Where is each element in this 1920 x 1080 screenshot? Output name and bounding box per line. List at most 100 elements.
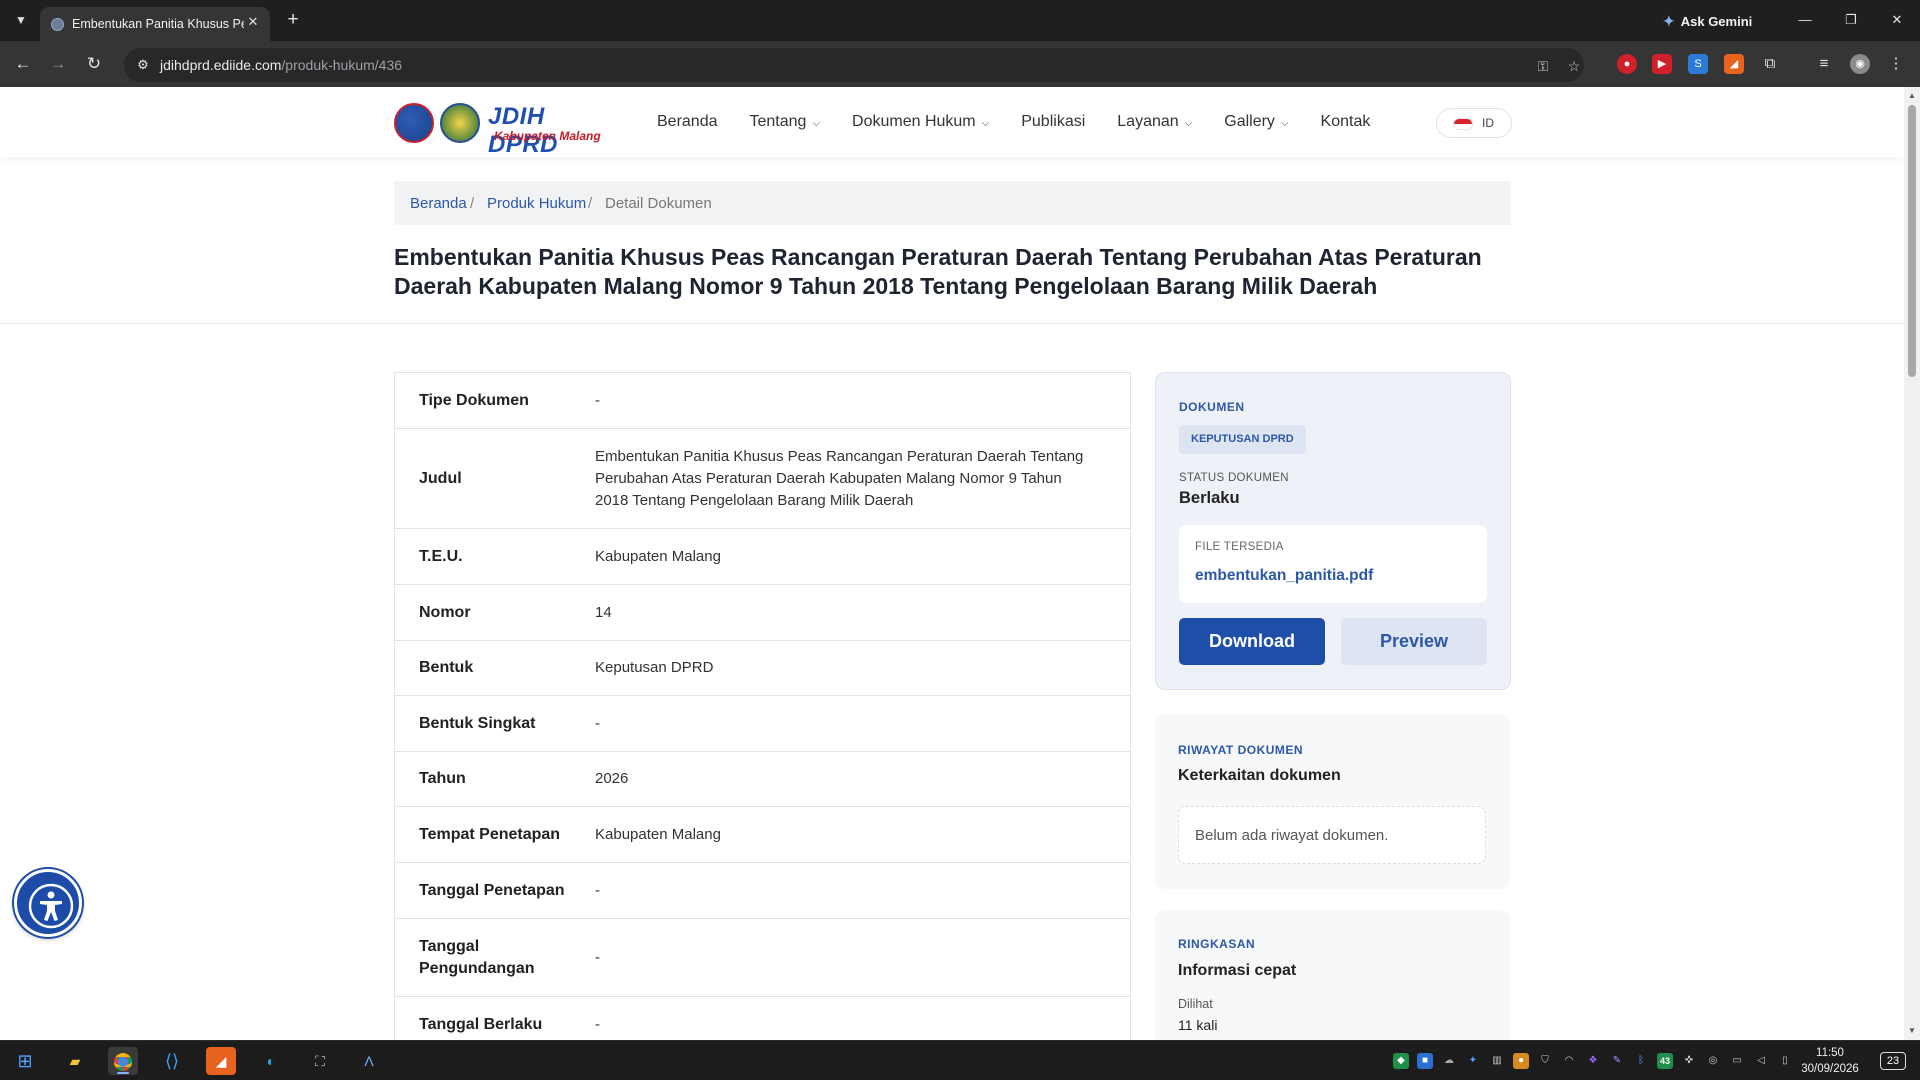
detail-row-bentuk-singkat: Bentuk Singkat - bbox=[395, 696, 1130, 752]
ask-gemini-button[interactable]: ✦ Ask Gemini bbox=[1663, 11, 1752, 31]
indonesia-flag-icon bbox=[1453, 118, 1473, 130]
network-icon[interactable]: ▭ bbox=[1729, 1053, 1745, 1069]
detail-value: - bbox=[595, 391, 600, 409]
tray-pen-icon[interactable]: ✎ bbox=[1609, 1053, 1625, 1069]
password-key-icon[interactable]: ⚿ bbox=[1534, 57, 1552, 75]
document-card-kicker: DOKUMEN bbox=[1179, 400, 1245, 414]
vscode-icon[interactable]: ⟨⟩ bbox=[157, 1047, 187, 1075]
close-window-icon[interactable]: ✕ bbox=[1874, 8, 1920, 32]
nav-kontak[interactable]: Kontak bbox=[1321, 113, 1371, 131]
breadcrumb-separator: / bbox=[470, 195, 475, 212]
clock-date: 30/09/2026 bbox=[1801, 1063, 1859, 1075]
tray-chart-icon[interactable]: ▥ bbox=[1489, 1053, 1505, 1069]
nav-publikasi[interactable]: Publikasi bbox=[1021, 113, 1085, 131]
nav-tentang-label: Tentang bbox=[749, 113, 807, 130]
detail-row-nomor: Nomor 14 bbox=[395, 585, 1130, 641]
chrome-taskbar-icon[interactable] bbox=[108, 1047, 138, 1075]
restore-window-icon[interactable]: ❐ bbox=[1828, 8, 1874, 32]
language-switcher[interactable]: ID bbox=[1436, 108, 1512, 138]
nav-dokumen-hukum[interactable]: Dokumen Hukum ⌵ bbox=[852, 113, 989, 131]
site-info-icon[interactable]: ⚙ bbox=[134, 56, 152, 74]
summary-card: RINGKASAN Informasi cepat Dilihat 11 kal… bbox=[1155, 910, 1511, 1040]
new-tab-button[interactable]: + bbox=[282, 9, 304, 31]
arch-app-icon[interactable]: Λ bbox=[354, 1047, 384, 1075]
file-explorer-icon[interactable]: ▰ bbox=[60, 1047, 90, 1075]
nav-beranda[interactable]: Beranda bbox=[657, 113, 718, 131]
history-card-kicker: RIWAYAT DOKUMEN bbox=[1178, 743, 1304, 757]
site-logo[interactable]: JDIH DPRD Kabupaten Malang bbox=[394, 101, 606, 158]
dprd-emblem-icon bbox=[394, 103, 434, 143]
extension-red-icon[interactable]: ● bbox=[1617, 54, 1637, 74]
tray-app-icon[interactable]: ❖ bbox=[1585, 1053, 1601, 1069]
bluetooth-icon[interactable]: ᛒ bbox=[1633, 1053, 1649, 1069]
detail-value: Keputusan DPRD bbox=[595, 659, 714, 676]
active-indicator bbox=[117, 1072, 129, 1074]
main-navigation: Beranda Tentang ⌵ Dokumen Hukum ⌵ Publikas… bbox=[657, 113, 1402, 131]
tray-headset-icon[interactable]: ◠ bbox=[1561, 1053, 1577, 1069]
scroll-down-icon[interactable]: ▼ bbox=[1904, 1024, 1920, 1038]
detail-row-judul: Judul Embentukan Panitia Khusus Peas Ran… bbox=[395, 429, 1130, 529]
notification-count[interactable]: 23 bbox=[1880, 1052, 1906, 1070]
status-value: Berlaku bbox=[1179, 489, 1240, 507]
tray-app-icon[interactable]: ● bbox=[1513, 1053, 1529, 1069]
back-arrow-icon[interactable]: ← bbox=[11, 52, 35, 76]
file-box: FILE TERSEDIA embentukan_panitia.pdf bbox=[1179, 525, 1487, 603]
tab-search-chevron-icon[interactable]: ▼ bbox=[10, 9, 32, 31]
windows-start-icon[interactable]: ⊞ bbox=[10, 1047, 40, 1075]
nav-tentang[interactable]: Tentang ⌵ bbox=[750, 113, 821, 131]
windows-taskbar: ⊞ ▰ ⟨⟩ ◢ ◐ ⛶ Λ ◆ ■ ☁ ✦ ▥ ● ⛉ ◠ ❖ ✎ ᛒ 43 … bbox=[0, 1040, 1920, 1080]
extension-s-icon[interactable]: S bbox=[1688, 54, 1708, 74]
volume-icon[interactable]: ◁ bbox=[1753, 1053, 1769, 1069]
gemini-sparkle-icon: ✦ bbox=[1663, 12, 1675, 29]
edge-icon[interactable]: ◐ bbox=[256, 1047, 286, 1075]
nav-layanan-label: Layanan bbox=[1117, 113, 1179, 130]
chevron-down-icon: ⌵ bbox=[1184, 118, 1193, 129]
sublime-icon[interactable]: ◢ bbox=[206, 1047, 236, 1075]
tray-app-icon[interactable]: ✦ bbox=[1465, 1053, 1481, 1069]
forward-arrow-icon[interactable]: → bbox=[46, 52, 70, 76]
breadcrumb-home[interactable]: Beranda bbox=[410, 195, 467, 212]
extension-youtube-icon[interactable]: ▶ bbox=[1652, 54, 1672, 74]
page-scrollbar[interactable]: ▲ ▼ bbox=[1904, 87, 1920, 1040]
chevron-down-icon: ⌵ bbox=[981, 118, 990, 129]
detail-row-tipe-dokumen: Tipe Dokumen - bbox=[395, 373, 1130, 429]
breadcrumb-produk-hukum[interactable]: Produk Hukum bbox=[487, 195, 586, 212]
browser-tab-bar: ▼ Embentukan Panitia Khusus Peas ✕ + ✦ A… bbox=[0, 0, 1920, 41]
views-label: Dilihat bbox=[1178, 997, 1213, 1011]
tray-app-icon[interactable]: ◎ bbox=[1705, 1053, 1721, 1069]
minimize-window-icon[interactable]: — bbox=[1782, 8, 1828, 32]
views-value: 11 kali bbox=[1178, 1017, 1218, 1033]
browser-tab-active[interactable]: Embentukan Panitia Khusus Peas ✕ bbox=[40, 7, 270, 41]
reading-list-icon[interactable]: ≡ bbox=[1814, 54, 1834, 74]
file-name-link[interactable]: embentukan_panitia.pdf bbox=[1195, 567, 1373, 585]
tray-app-icon[interactable]: ◆ bbox=[1393, 1053, 1409, 1069]
bookmark-star-icon[interactable]: ☆ bbox=[1565, 57, 1583, 75]
tray-app-icon[interactable]: ☁ bbox=[1441, 1053, 1457, 1069]
address-bar[interactable]: ⚙ jdihdprd.ediide.com/produk-hukum/436 ⚿… bbox=[124, 48, 1584, 82]
tray-shield-icon[interactable]: ⛉ bbox=[1537, 1053, 1553, 1069]
tab-close-icon[interactable]: ✕ bbox=[245, 14, 261, 30]
nav-gallery[interactable]: Gallery ⌵ bbox=[1224, 113, 1288, 131]
tab-title: Embentukan Panitia Khusus Peas bbox=[72, 17, 244, 31]
scrollbar-thumb[interactable] bbox=[1908, 105, 1916, 377]
download-button[interactable]: Download bbox=[1179, 618, 1325, 665]
accessibility-button[interactable] bbox=[14, 869, 82, 937]
tray-app-icon[interactable]: ✜ bbox=[1681, 1053, 1697, 1069]
extensions-puzzle-icon[interactable]: ⧉ bbox=[1760, 54, 1780, 74]
store-app-icon[interactable]: ⛶ bbox=[305, 1047, 335, 1075]
detail-label: Bentuk Singkat bbox=[419, 714, 536, 732]
browser-menu-icon[interactable]: ⋮ bbox=[1886, 54, 1906, 74]
detail-row-tanggal-berlaku: Tanggal Berlaku - bbox=[395, 997, 1130, 1040]
tray-app-icon[interactable]: ■ bbox=[1417, 1053, 1433, 1069]
scroll-up-icon[interactable]: ▲ bbox=[1904, 89, 1920, 103]
profile-avatar-icon[interactable]: ◉ bbox=[1850, 54, 1870, 74]
clock-time: 11:50 bbox=[1816, 1047, 1844, 1059]
tray-badge-icon[interactable]: 43 bbox=[1657, 1053, 1673, 1069]
summary-card-title: Informasi cepat bbox=[1178, 962, 1297, 979]
detail-value: - bbox=[595, 948, 600, 966]
extension-orange-icon[interactable]: ◢ bbox=[1724, 54, 1744, 74]
reload-icon[interactable]: ↻ bbox=[82, 52, 106, 76]
preview-button[interactable]: Preview bbox=[1341, 618, 1487, 665]
nav-layanan[interactable]: Layanan ⌵ bbox=[1117, 113, 1192, 131]
taskbar-clock[interactable]: 11:50 30/09/2026 bbox=[1790, 1045, 1870, 1077]
